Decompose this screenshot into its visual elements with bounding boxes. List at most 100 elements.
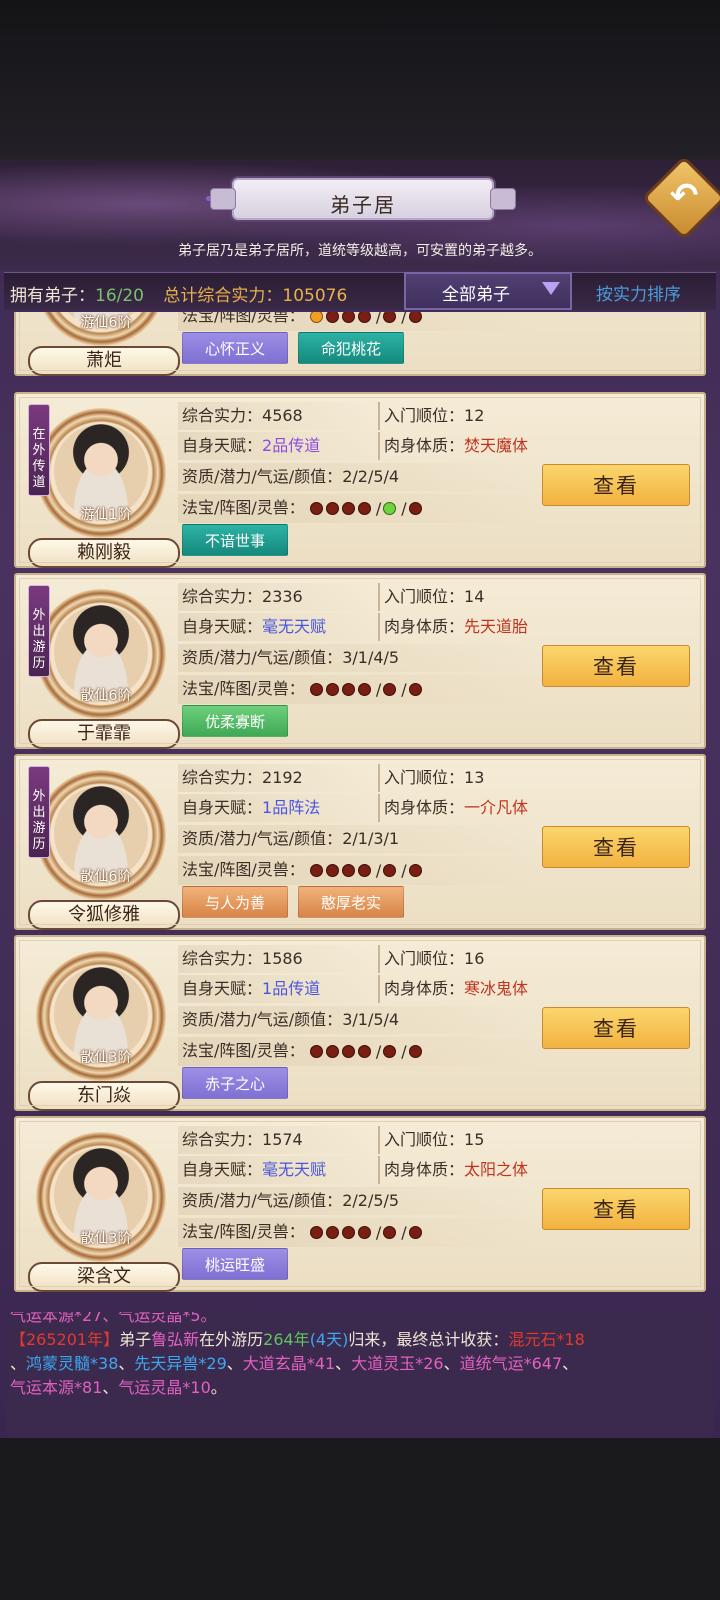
order-value: 14 [464,587,485,606]
quality-value: 2/1/3/1 [342,829,400,848]
talent-label: 自身天赋： [182,979,263,998]
log-separator: 、 [335,1354,352,1373]
gear-dot-icon [325,312,339,324]
talent-value: 毫无天赋 [262,1160,327,1179]
disciple-name: 梁含文 [28,1262,180,1292]
physique-label: 肉身体质： [384,979,465,998]
back-arrow-icon[interactable]: ↶ [664,176,704,216]
trait-tag[interactable]: 心怀正义 [182,332,288,364]
rank-label: 散仙3阶 [80,1231,132,1247]
gear-dot-icon [341,312,355,324]
owned-value: 16/20 [95,286,144,306]
gear-dots: / / [309,675,425,704]
trait-tag[interactable]: 憨厚老实 [298,886,404,918]
gear-label: 法宝/阵图/灵兽： [182,498,305,517]
order-value: 13 [464,768,485,787]
order-value: 12 [464,406,485,425]
status-tag: 外出游历 [28,766,50,858]
log-line: 、鸿蒙灵髓*38、先天异兽*29、大道玄晶*41、大道灵玉*26、道统气运*64… [10,1352,710,1376]
top-blank-area [0,0,720,160]
quality-value: 3/1/5/4 [342,1010,400,1029]
view-button[interactable]: 查看 [542,645,690,687]
formation-dot-icon [383,1045,397,1059]
physique-label: 肉身体质： [384,617,465,636]
gear-dot-icon [325,683,339,697]
gear-dot-icon [309,502,323,516]
physique-label: 肉身体质： [384,1160,465,1179]
banner-wing-right [490,188,516,210]
disciple-name: 令狐修雅 [28,900,180,930]
log-text: 气运本源*27、气运灵晶*5。 [10,1312,217,1325]
gear-dot-icon [341,1045,355,1059]
banner-wing-left [210,188,236,210]
view-button[interactable]: 查看 [542,464,690,506]
log-separator: 、 [10,1354,27,1373]
log-disciple-name: 鲁弘新 [151,1330,200,1349]
gear-label: 法宝/阵图/灵兽： [182,679,305,698]
log-separator: 、 [102,1378,119,1397]
trait-tag[interactable]: 桃运旺盛 [182,1248,288,1280]
gear-dot-icon [325,1045,339,1059]
disciple-list[interactable]: 游仙6阶 萧炬 法宝/阵图/灵兽： / / 心怀正义 命犯桃花 在外传道 游仙1阶… [10,312,710,1312]
rank-label: 游仙6阶 [80,315,132,331]
physique-value: 寒冰鬼体 [464,979,529,998]
physique-value: 一介凡体 [464,798,529,817]
gear-dot-icon [309,1045,323,1059]
order-label: 入门顺位： [384,768,465,787]
trait-tag[interactable]: 与人为善 [182,886,288,918]
disciple-name: 萧炬 [28,346,180,376]
log-text: 在外游历 [199,1330,264,1349]
disciple-name: 赖刚毅 [28,538,180,568]
power-value: 2192 [262,768,303,787]
disciple-name: 东门焱 [28,1081,180,1111]
log-item: 鸿蒙灵髓 [26,1354,91,1373]
disciple-card-partial: 游仙6阶 萧炬 法宝/阵图/灵兽： / / 心怀正义 命犯桃花 [14,312,706,376]
view-button[interactable]: 查看 [542,1007,690,1049]
log-item: 混元石 [508,1330,557,1349]
trait-tag[interactable]: 不谙世事 [182,524,288,556]
gear-dot-icon [325,502,339,516]
quality-label: 资质/潜力/气运/颜值： [182,648,343,667]
page-title: 弟子居 [330,193,396,217]
quality-value: 2/2/5/5 [342,1191,400,1210]
order-label: 入门顺位： [384,1130,465,1149]
status-tag: 外出游历 [28,585,50,677]
talent-label: 自身天赋： [182,1160,263,1179]
physique-value: 太阳之体 [464,1160,529,1179]
gear-dot-icon [325,864,339,878]
log-text: 归来，最终总计收获： [348,1330,509,1349]
talent-label: 自身天赋： [182,798,263,817]
physique-value: 先天道胎 [464,617,529,636]
gear-dot-icon [309,1226,323,1240]
gear-dot-icon [309,312,323,324]
power-value: 2336 [262,587,303,606]
gear-dot-icon [325,1226,339,1240]
gear-dot-icon [357,864,371,878]
gear-dots: / / [309,312,425,331]
sort-by-power-button[interactable]: 按实力排序 [596,280,681,305]
order-label: 入门顺位： [384,949,465,968]
gear-dot-icon [309,683,323,697]
log-separator: 、 [226,1354,243,1373]
beast-dot-icon [408,1045,422,1059]
power-value: 1586 [262,949,303,968]
disciple-filter-dropdown[interactable]: 全部弟子 [404,272,572,310]
beast-dot-icon [408,1226,422,1240]
view-button[interactable]: 查看 [542,1188,690,1230]
gear-label: 法宝/阵图/灵兽： [182,312,305,325]
trait-tag[interactable]: 优柔寡断 [182,705,288,737]
trait-tag[interactable]: 命犯桃花 [298,332,404,364]
quality-value: 2/2/5/4 [342,467,400,486]
gear-dot-icon [357,1045,371,1059]
rank-label: 散仙6阶 [80,869,132,885]
formation-dot-icon [383,683,397,697]
status-tag: 在外传道 [28,404,50,496]
trait-tag[interactable]: 赤子之心 [182,1067,288,1099]
beast-dot-icon [408,502,422,516]
log-item: 道统气运 [459,1354,524,1373]
talent-label: 自身天赋： [182,436,263,455]
log-duration-real: (4天) [309,1330,349,1349]
power-value: 4568 [262,406,303,425]
quality-label: 资质/潜力/气运/颜值： [182,1191,343,1210]
view-button[interactable]: 查看 [542,826,690,868]
